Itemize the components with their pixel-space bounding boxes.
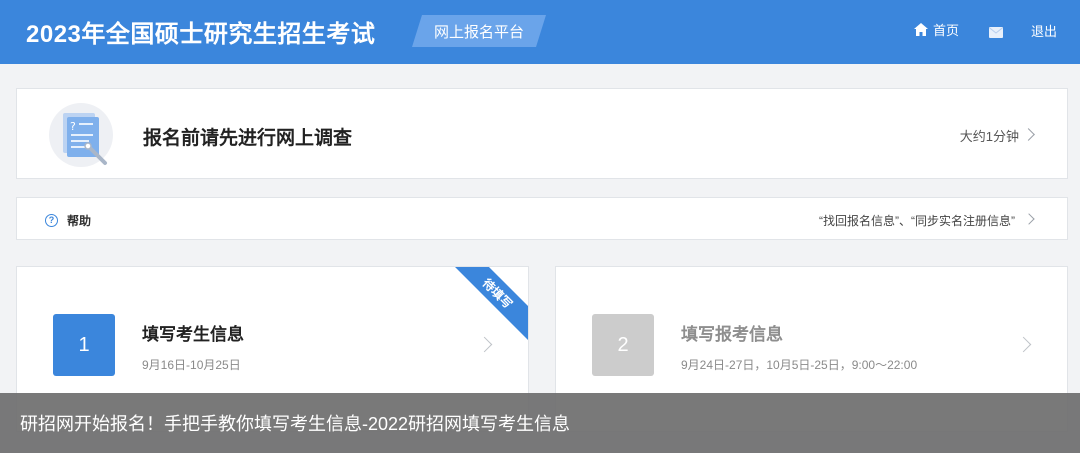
questionnaire-icon: ? — [63, 113, 107, 165]
status-ribbon: 待填写 — [447, 267, 528, 344]
help-question-icon: ? — [45, 214, 58, 227]
mail-icon — [989, 27, 1003, 38]
step-date: 9月16日-10月25日 — [142, 358, 241, 372]
chevron-right-icon — [1023, 213, 1035, 225]
step-date: 9月24日-27日，10月5日-25日，9:00～22:00 — [681, 358, 918, 372]
mail-button[interactable] — [989, 25, 1003, 43]
help-card: ? 帮助 “找回报名信息”、“同步实名注册信息” — [16, 197, 1068, 240]
survey-illustration: ? — [49, 103, 113, 167]
home-icon — [914, 23, 928, 36]
step-number-badge: 1 — [53, 314, 115, 376]
platform-badge: 网上报名平台 — [412, 15, 546, 47]
nav-home-label: 首页 — [933, 23, 960, 38]
step-title: 填写报考信息 — [681, 325, 783, 344]
help-label[interactable]: 帮助 — [67, 212, 91, 229]
help-links[interactable]: “找回报名信息”、“同步实名注册信息” — [819, 212, 1015, 229]
survey-card[interactable]: ? 报名前请先进行网上调查 大约1分钟 — [16, 88, 1068, 179]
image-caption: 研招网开始报名！手把手教你填写考生信息-2022研招网填写考生信息 — [0, 393, 1080, 453]
chevron-right-icon — [1015, 336, 1032, 353]
chevron-right-icon — [476, 336, 493, 353]
logout-link[interactable]: 退出 — [1031, 21, 1057, 40]
nav-home-link[interactable]: 首页 — [914, 20, 959, 39]
svg-text:?: ? — [70, 120, 76, 133]
survey-title: 报名前请先进行网上调查 — [143, 128, 353, 149]
top-header: 2023年全国硕士研究生招生考试 网上报名平台 首页 退出 — [0, 0, 1080, 64]
chevron-right-icon — [1022, 128, 1035, 141]
site-title: 2023年全国硕士研究生招生考试 — [26, 21, 376, 48]
survey-duration: 大约1分钟 — [959, 129, 1019, 144]
step-number-badge: 2 — [592, 314, 654, 376]
step-title: 填写考生信息 — [142, 325, 244, 344]
